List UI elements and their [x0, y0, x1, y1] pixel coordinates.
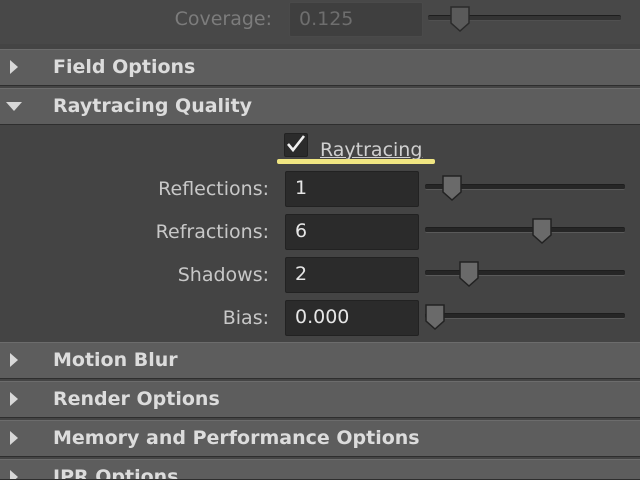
section-ipr-options[interactable]: IPR Options [0, 459, 640, 480]
section-raytracing-quality[interactable]: Raytracing Quality [0, 88, 640, 125]
raytracing-checkbox-label[interactable]: Raytracing [320, 139, 422, 161]
raytracing-checkbox[interactable] [284, 133, 308, 157]
bias-slider-track[interactable] [425, 313, 625, 319]
refractions-field[interactable]: 6 [285, 214, 419, 250]
section-motion-blur[interactable]: Motion Blur [0, 342, 640, 379]
checkmark-icon [287, 135, 306, 153]
expand-arrow-icon [10, 60, 18, 74]
coverage-label: Coverage: [174, 8, 272, 30]
section-title: IPR Options [53, 466, 179, 480]
coverage-slider-thumb[interactable] [449, 5, 471, 33]
shadows-label: Shadows: [177, 264, 269, 286]
reflections-field[interactable]: 1 [285, 171, 419, 207]
section-title: Raytracing Quality [53, 95, 253, 117]
section-title: Memory and Performance Options [53, 427, 420, 449]
refractions-label: Refractions: [155, 221, 269, 243]
expand-arrow-icon [10, 353, 18, 367]
highlight-underline [277, 159, 435, 164]
reflections-label: Reflections: [158, 178, 269, 200]
section-title: Field Options [53, 56, 196, 78]
expand-arrow-icon [10, 470, 18, 479]
coverage-row: Coverage: 0.125 [0, 0, 640, 44]
shadows-field[interactable]: 2 [285, 257, 419, 293]
expand-arrow-icon [10, 392, 18, 406]
expand-arrow-icon [10, 431, 18, 445]
bias-field[interactable]: 0.000 [285, 300, 419, 336]
section-title: Render Options [53, 388, 220, 410]
coverage-field[interactable]: 0.125 [289, 2, 423, 37]
section-title: Motion Blur [53, 349, 178, 371]
refractions-slider-track[interactable] [425, 227, 625, 233]
section-render-options[interactable]: Render Options [0, 381, 640, 418]
shadows-slider-track[interactable] [425, 270, 625, 276]
shadows-slider-thumb[interactable] [458, 260, 480, 288]
section-field-options[interactable]: Field Options [0, 49, 640, 86]
bias-label: Bias: [222, 307, 269, 329]
collapse-arrow-icon [6, 102, 22, 111]
bias-slider-thumb[interactable] [424, 303, 446, 331]
reflections-slider-thumb[interactable] [441, 174, 463, 202]
section-memory-performance[interactable]: Memory and Performance Options [0, 420, 640, 457]
refractions-slider-thumb[interactable] [531, 217, 553, 245]
